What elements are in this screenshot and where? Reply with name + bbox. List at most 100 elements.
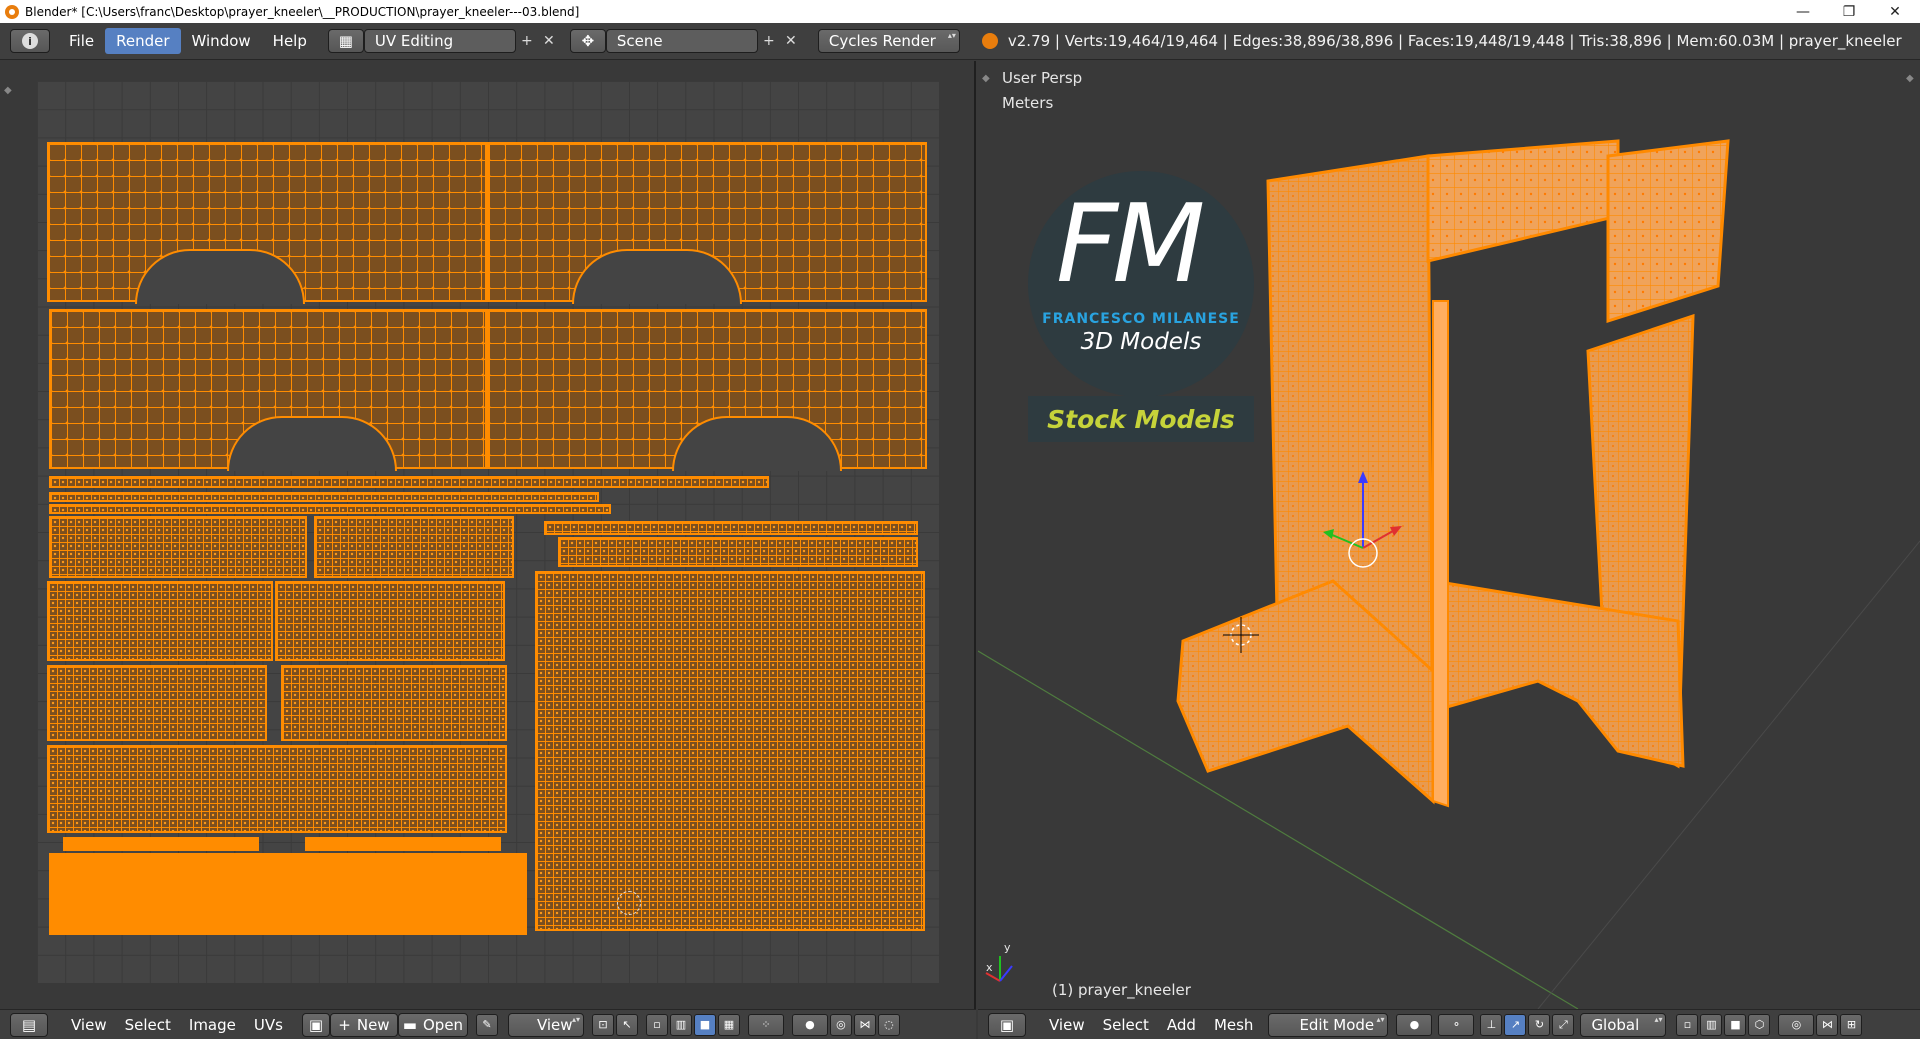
vertex-select-icon[interactable]: ▫: [645, 1013, 668, 1036]
2d-cursor-icon[interactable]: [617, 891, 641, 915]
uv-editor-header: ▤ View Select Image UVs ▣ + New ▬ Open ✎…: [0, 1009, 976, 1039]
gizmo-x-label: x: [986, 961, 993, 974]
uv-island[interactable]: [535, 571, 925, 931]
window-title: Blender* [C:\Users\franc\Desktop\prayer_…: [25, 4, 580, 19]
open-image-button[interactable]: ▬ Open: [397, 1012, 468, 1037]
viewport-menu-add[interactable]: Add: [1158, 1012, 1205, 1038]
face-select-icon[interactable]: ■: [693, 1013, 716, 1036]
uv-island-strip[interactable]: [305, 837, 501, 851]
screen-layout-field[interactable]: UV Editing: [363, 29, 516, 53]
gizmo-z-axis: [999, 965, 1013, 982]
sticky-select-icon[interactable]: ⁘: [747, 1013, 784, 1036]
new-image-label: New: [356, 1015, 390, 1034]
menu-help[interactable]: Help: [262, 28, 318, 54]
folder-icon: ▬: [402, 1015, 417, 1034]
pivot-point-icon[interactable]: ⚬: [1438, 1013, 1475, 1036]
uv-image-editor[interactable]: ◆: [0, 61, 976, 1009]
menu-window[interactable]: Window: [181, 28, 262, 54]
uv-island-strip[interactable]: [49, 476, 769, 488]
scene-statistics: v2.79 | Verts:19,464/19,464 | Edges:38,8…: [1007, 32, 1902, 50]
snap-icon[interactable]: ⋈: [853, 1013, 876, 1036]
toolshelf-toggle-icon[interactable]: ◆: [4, 85, 12, 96]
close-button[interactable]: ✕: [1872, 0, 1918, 23]
rotate-manipulator-icon[interactable]: ↻: [1528, 1013, 1551, 1036]
translate-manipulator-icon[interactable]: ↗: [1504, 1013, 1527, 1036]
screen-layout-icon[interactable]: ▦: [327, 29, 364, 53]
uv-island[interactable]: [275, 581, 505, 661]
uv-island-arch: [135, 249, 305, 304]
uv-island-strip[interactable]: [49, 504, 611, 514]
scene-field[interactable]: Scene: [605, 29, 758, 53]
edge-select-mode-icon[interactable]: ▥: [1700, 1013, 1723, 1036]
uv-menu-select[interactable]: Select: [116, 1012, 180, 1038]
uv-island[interactable]: [47, 665, 267, 741]
menu-file[interactable]: File: [58, 28, 105, 54]
proportional-editing-icon[interactable]: ◎: [1778, 1013, 1815, 1036]
viewport-header: ▣ View Select Add Mesh Edit Mode ● ⚬ ⊥ ↗…: [978, 1009, 1920, 1039]
uv-island-arch: [572, 249, 742, 304]
pin-icon[interactable]: ✎: [475, 1013, 498, 1036]
cursor-icon[interactable]: ↖: [615, 1013, 638, 1036]
viewport-menu-mesh[interactable]: Mesh: [1205, 1012, 1263, 1038]
viewport-menu-select[interactable]: Select: [1094, 1012, 1158, 1038]
uv-island[interactable]: [47, 745, 507, 833]
sync-selection-icon[interactable]: ⊡: [591, 1013, 614, 1036]
watermark-badge: Stock Models: [1028, 396, 1254, 442]
main-menu: File Render Window Help: [58, 28, 318, 54]
island-select-icon[interactable]: ▦: [717, 1013, 740, 1036]
watermark-letters: FM: [1056, 182, 1205, 307]
prayer-kneeler-mesh[interactable]: [1176, 139, 1730, 808]
uv-menu-uvs[interactable]: UVs: [245, 1012, 292, 1038]
uv-island[interactable]: [49, 516, 307, 578]
image-browse-icon[interactable]: ▣: [301, 1012, 330, 1037]
orientation-dropdown[interactable]: Global: [1580, 1012, 1667, 1037]
occlude-geometry-icon[interactable]: ⬡: [1748, 1013, 1771, 1036]
uv-menu-image[interactable]: Image: [180, 1012, 245, 1038]
menu-render[interactable]: Render: [105, 28, 181, 54]
remove-layout-icon[interactable]: ✕: [538, 29, 560, 53]
viewport-menu-view[interactable]: View: [1040, 1012, 1094, 1038]
vertex-select-mode-icon[interactable]: ▫: [1676, 1013, 1699, 1036]
uv-canvas[interactable]: [37, 81, 939, 983]
gizmo-y-label: y: [1004, 941, 1011, 954]
edge-select-icon[interactable]: ▥: [669, 1013, 692, 1036]
plus-icon: +: [338, 1015, 351, 1034]
uv-island-strip[interactable]: [544, 521, 918, 535]
watermark-badge-text: Stock Models: [1047, 404, 1235, 434]
scene-icon[interactable]: ✥: [569, 29, 606, 53]
blender-icon: [981, 33, 998, 49]
add-layout-icon[interactable]: +: [516, 29, 538, 53]
add-scene-icon[interactable]: +: [758, 29, 780, 53]
uv-island-strip[interactable]: [49, 492, 599, 502]
mode-dropdown[interactable]: Edit Mode: [1268, 1012, 1389, 1037]
uv-island[interactable]: [47, 581, 273, 661]
uv-island[interactable]: [49, 853, 527, 935]
snap-toggle-icon[interactable]: ⋈: [1816, 1013, 1839, 1036]
uv-menu-view[interactable]: View: [62, 1012, 116, 1038]
uv-island[interactable]: [281, 665, 507, 741]
snap-element-icon[interactable]: ⊞: [1840, 1013, 1863, 1036]
minimize-button[interactable]: —: [1780, 0, 1826, 23]
active-object-label: (1) prayer_kneeler: [1052, 981, 1191, 999]
maximize-button[interactable]: ❐: [1826, 0, 1872, 23]
uv-editor-type-button[interactable]: ▤: [10, 1012, 48, 1037]
uv-view-dropdown[interactable]: View: [507, 1012, 584, 1037]
uv-sculpt-icon[interactable]: ◌: [877, 1013, 900, 1036]
viewport-editor-type-button[interactable]: ▣: [988, 1012, 1026, 1037]
manipulator-toggle-icon[interactable]: ⊥: [1480, 1013, 1503, 1036]
editor-type-button[interactable]: i: [10, 29, 50, 53]
3d-viewport[interactable]: ◆ ◆ User Persp Meters y x FM FRANCESCO M…: [978, 61, 1920, 1009]
viewport-shading-icon[interactable]: ●: [1396, 1013, 1433, 1036]
proportional-edit-icon[interactable]: ◎: [829, 1013, 852, 1036]
uv-island[interactable]: [558, 537, 918, 567]
gizmo-x-axis: [985, 972, 1001, 982]
scale-manipulator-icon[interactable]: ⤢: [1552, 1013, 1575, 1036]
pivot-icon[interactable]: ●: [791, 1013, 828, 1036]
remove-scene-icon[interactable]: ✕: [780, 29, 802, 53]
new-image-button[interactable]: + New: [329, 1012, 398, 1037]
render-engine-dropdown[interactable]: Cycles Render: [817, 29, 960, 53]
uv-island-strip[interactable]: [63, 837, 259, 851]
uv-island[interactable]: [314, 516, 514, 578]
uv-island-arch: [227, 416, 397, 471]
face-select-mode-icon[interactable]: ■: [1724, 1013, 1747, 1036]
